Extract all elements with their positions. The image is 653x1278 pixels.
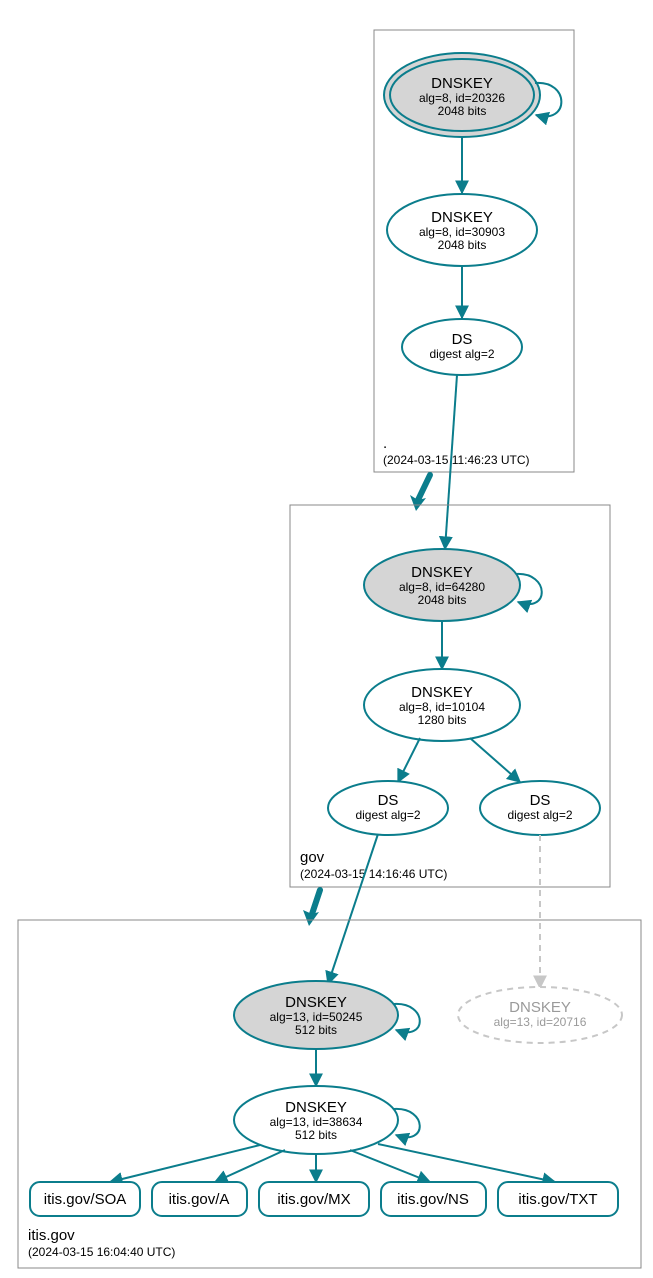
- node-root-ds: DS digest alg=2: [402, 319, 522, 375]
- svg-text:DNSKEY: DNSKEY: [431, 75, 493, 92]
- svg-text:itis.gov/TXT: itis.gov/TXT: [518, 1191, 597, 1208]
- svg-text:digest alg=2: digest alg=2: [355, 808, 420, 822]
- svg-text:DS: DS: [530, 792, 551, 809]
- rr-a: itis.gov/A: [152, 1182, 247, 1216]
- zone-gov-ts: (2024-03-15 14:16:46 UTC): [300, 867, 447, 881]
- svg-text:itis.gov/NS: itis.gov/NS: [397, 1191, 469, 1208]
- svg-text:itis.gov/SOA: itis.gov/SOA: [44, 1191, 127, 1208]
- edge-zsk-soa: [110, 1145, 260, 1182]
- svg-text:itis.gov/A: itis.gov/A: [169, 1191, 230, 1208]
- svg-text:digest alg=2: digest alg=2: [429, 347, 494, 361]
- svg-text:DS: DS: [378, 792, 399, 809]
- edge-zsk-a: [215, 1150, 285, 1182]
- svg-text:DNSKEY: DNSKEY: [285, 1099, 347, 1116]
- edge-gov-zsk-ds1: [398, 738, 420, 782]
- svg-text:1280 bits: 1280 bits: [418, 713, 467, 727]
- svg-text:DNSKEY: DNSKEY: [411, 684, 473, 701]
- rr-mx: itis.gov/MX: [259, 1182, 369, 1216]
- edge-gov-ds1-itis-ksk: [328, 834, 378, 984]
- svg-text:DS: DS: [452, 331, 473, 348]
- svg-text:digest alg=2: digest alg=2: [507, 808, 572, 822]
- delegation-gov-itis: [312, 890, 320, 914]
- svg-text:DNSKEY: DNSKEY: [285, 994, 347, 1011]
- rr-txt: itis.gov/TXT: [498, 1182, 618, 1216]
- node-gov-zsk: DNSKEY alg=8, id=10104 1280 bits: [364, 669, 520, 741]
- node-itis-ksk: DNSKEY alg=13, id=50245 512 bits: [234, 981, 398, 1049]
- zone-gov-label: gov: [300, 849, 325, 866]
- svg-text:DNSKEY: DNSKEY: [431, 209, 493, 226]
- delegation-root-gov: [418, 475, 430, 500]
- zone-itis-label: itis.gov: [28, 1227, 75, 1244]
- svg-text:512 bits: 512 bits: [295, 1128, 337, 1142]
- svg-text:2048 bits: 2048 bits: [438, 104, 487, 118]
- rr-ns: itis.gov/NS: [381, 1182, 486, 1216]
- svg-text:DNSKEY: DNSKEY: [411, 564, 473, 581]
- svg-text:512 bits: 512 bits: [295, 1023, 337, 1037]
- node-gov-ds1: DS digest alg=2: [328, 781, 448, 835]
- svg-text:itis.gov/MX: itis.gov/MX: [277, 1191, 350, 1208]
- svg-text:alg=13, id=50245: alg=13, id=50245: [270, 1010, 363, 1024]
- zone-root-ts: (2024-03-15 11:46:23 UTC): [383, 453, 530, 467]
- node-itis-missing: DNSKEY alg=13, id=20716: [458, 987, 622, 1043]
- node-root-ksk: DNSKEY alg=8, id=20326 2048 bits: [384, 53, 540, 137]
- svg-text:alg=13, id=38634: alg=13, id=38634: [270, 1115, 363, 1129]
- node-gov-ksk: DNSKEY alg=8, id=64280 2048 bits: [364, 549, 520, 621]
- zone-itis-ts: (2024-03-15 16:04:40 UTC): [28, 1245, 175, 1259]
- edge-zsk-txt: [378, 1144, 555, 1182]
- svg-text:alg=8, id=64280: alg=8, id=64280: [399, 580, 485, 594]
- node-itis-zsk: DNSKEY alg=13, id=38634 512 bits: [234, 1086, 398, 1154]
- svg-text:2048 bits: 2048 bits: [418, 593, 467, 607]
- edge-gov-zsk-ds2: [470, 738, 520, 782]
- svg-text:alg=8, id=20326: alg=8, id=20326: [419, 91, 505, 105]
- svg-text:alg=8, id=30903: alg=8, id=30903: [419, 225, 505, 239]
- edge-zsk-ns: [350, 1150, 430, 1182]
- svg-text:2048 bits: 2048 bits: [438, 238, 487, 252]
- svg-text:alg=13, id=20716: alg=13, id=20716: [494, 1015, 587, 1029]
- zone-root-label: .: [383, 435, 387, 452]
- rr-soa: itis.gov/SOA: [30, 1182, 140, 1216]
- dnssec-graph: . (2024-03-15 11:46:23 UTC) DNSKEY alg=8…: [0, 0, 653, 1278]
- svg-text:alg=8, id=10104: alg=8, id=10104: [399, 700, 485, 714]
- svg-text:DNSKEY: DNSKEY: [509, 999, 571, 1016]
- node-gov-ds2: DS digest alg=2: [480, 781, 600, 835]
- node-root-zsk: DNSKEY alg=8, id=30903 2048 bits: [387, 194, 537, 266]
